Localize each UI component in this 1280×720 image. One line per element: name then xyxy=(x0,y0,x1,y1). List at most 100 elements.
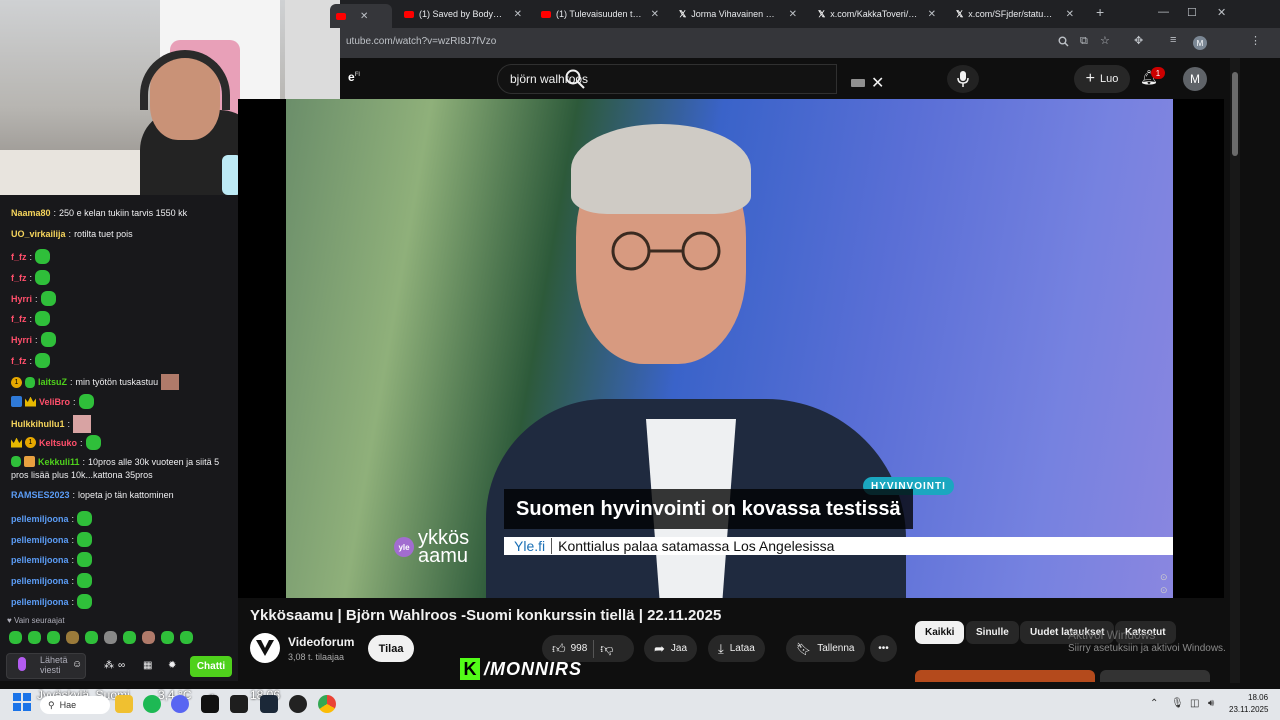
emote-frog[interactable] xyxy=(85,631,98,644)
bookmark-star-icon[interactable]: ☆ xyxy=(1100,34,1110,47)
chat-username[interactable]: Hyrri xyxy=(11,294,32,304)
chat-username[interactable]: Hulkkihullu1 xyxy=(11,419,65,429)
media-control-icon[interactable]: ≡ xyxy=(1170,34,1176,46)
extensions-icon[interactable]: ✥ xyxy=(1134,34,1143,47)
discord-icon[interactable] xyxy=(171,695,189,713)
tab-close-icon[interactable]: ✕ xyxy=(651,9,659,20)
create-button[interactable]: + Luo xyxy=(1074,65,1130,93)
url-text[interactable]: utube.com/watch?v=wzRI8J7fVzo xyxy=(346,36,496,47)
channel-avatar[interactable] xyxy=(250,633,280,663)
emote-frog[interactable] xyxy=(180,631,193,644)
chrome-icon[interactable] xyxy=(318,695,336,713)
search-icon[interactable] xyxy=(564,68,586,90)
subscribe-button[interactable]: Tilaa xyxy=(368,635,414,662)
chat-username[interactable]: pellemiljoona xyxy=(11,576,69,586)
chrome-menu-icon[interactable]: ⋮ xyxy=(1250,34,1261,47)
taskbar-clock-time[interactable]: 18.06 xyxy=(1248,693,1268,702)
like-button[interactable]: 👍︎ 998 xyxy=(552,641,587,657)
chat-username[interactable]: UO_virkailija xyxy=(11,229,66,239)
obs-icon[interactable] xyxy=(289,695,307,713)
account-avatar[interactable]: M xyxy=(1183,67,1207,91)
chat-username[interactable]: Kekkuli11 xyxy=(38,457,80,467)
voice-search-button[interactable] xyxy=(947,65,979,93)
chat-username[interactable]: f_fz xyxy=(11,356,27,366)
start-windows-icon[interactable] xyxy=(13,693,31,711)
profile-avatar[interactable]: M xyxy=(1193,36,1207,50)
tray-volume-icon[interactable]: 🔊︎ xyxy=(1208,698,1214,709)
recommended-thumbnail-2[interactable] xyxy=(1100,670,1210,682)
emote-frog[interactable] xyxy=(123,631,136,644)
new-tab-button[interactable]: + xyxy=(1096,4,1104,20)
emoji-picker-icon[interactable]: ☺ xyxy=(72,659,82,670)
close-window-icon[interactable]: ✕ xyxy=(1217,6,1226,19)
emote-frog[interactable] xyxy=(161,631,174,644)
chat-username[interactable]: pellemiljoona xyxy=(11,535,69,545)
clear-search-icon[interactable]: ✕ xyxy=(871,73,884,93)
chat-username[interactable]: f_fz xyxy=(11,273,27,283)
emote-frog[interactable] xyxy=(28,631,41,644)
dislike-button[interactable]: 👎︎ xyxy=(600,641,613,657)
channel-name[interactable]: Videoforum xyxy=(288,635,354,649)
chat-send-button[interactable]: Chatti xyxy=(190,656,232,677)
download-button[interactable]: ⤓ Lataa xyxy=(708,635,765,662)
player-settings-icon[interactable]: ⊙ xyxy=(1160,572,1168,583)
tab-close-icon[interactable]: ✕ xyxy=(928,9,936,20)
video-player[interactable]: HYVINVOINTI Suomen hyvinvointi on kovass… xyxy=(238,99,1224,598)
chat-username[interactable]: f_fz xyxy=(11,252,27,262)
emote-bear[interactable] xyxy=(66,631,79,644)
player-info-icon[interactable]: ⊙ xyxy=(1160,585,1168,596)
chip-for-you[interactable]: Sinulle xyxy=(966,621,1019,644)
share-button[interactable]: ➦ Jaa xyxy=(644,635,698,662)
save-button[interactable]: 🔖︎ Tallenna xyxy=(786,635,865,662)
chat-store-icon[interactable]: ▦ xyxy=(143,660,152,671)
browser-tab[interactable]: (1) Saved by Bodyguards ✕ xyxy=(398,4,528,24)
chat-username[interactable]: Hyrri xyxy=(11,335,32,345)
install-icon[interactable]: ⧉ xyxy=(1080,35,1088,48)
search-input[interactable]: björn walhroos ✕ xyxy=(497,64,884,94)
chip-all[interactable]: Kaikki xyxy=(915,621,965,644)
emote-frog[interactable] xyxy=(47,631,60,644)
file-explorer-icon[interactable] xyxy=(115,695,133,713)
chat-input-placeholder[interactable]: Lähetä viesti xyxy=(40,655,70,675)
chat-username[interactable]: laitsuZ xyxy=(38,377,67,387)
tray-overflow-icon[interactable]: ⌃ xyxy=(1150,698,1158,709)
zoom-icon[interactable] xyxy=(1058,36,1069,47)
chat-username[interactable]: Keltsuko xyxy=(39,438,77,448)
scrollbar-thumb[interactable] xyxy=(1232,72,1238,156)
maximize-icon[interactable]: ☐ xyxy=(1187,6,1197,19)
chat-settings-icon[interactable]: ✹ xyxy=(168,660,176,671)
tray-mic-icon[interactable]: 🎙︎ xyxy=(1171,698,1184,709)
steam-icon[interactable] xyxy=(260,695,278,713)
more-actions-button[interactable]: ••• xyxy=(870,635,897,662)
chat-username[interactable]: f_fz xyxy=(11,314,27,324)
taskbar-search[interactable]: ⚲ Hae xyxy=(40,696,110,714)
tab-close-icon[interactable]: ✕ xyxy=(1066,9,1074,20)
browser-tab[interactable]: 𝕏x.com/SFjder/status/1990 ✕ xyxy=(950,4,1080,24)
chat-mic-icon[interactable] xyxy=(18,657,26,671)
chat-username[interactable]: pellemiljoona xyxy=(11,514,69,524)
minimize-icon[interactable]: — xyxy=(1158,6,1169,18)
tray-network-icon[interactable]: ◫ xyxy=(1190,698,1199,709)
browser-tab[interactable]: 𝕏 Jorma Vihavainen Xssä: " ✕ xyxy=(673,4,803,24)
tab-close-icon[interactable]: ✕ xyxy=(789,9,797,20)
taskbar-clock-date[interactable]: 23.11.2025 xyxy=(1229,705,1268,714)
emote-frog[interactable] xyxy=(9,631,22,644)
recommended-thumbnail[interactable] xyxy=(915,670,1095,682)
tab-close-icon[interactable]: ✕ xyxy=(514,9,522,20)
tab-close-icon[interactable]: ✕ xyxy=(360,11,368,22)
browser-tab[interactable]: 𝕏x.com/KakkaToveri/status ✕ xyxy=(812,4,942,24)
chat-username[interactable]: Naama80 xyxy=(11,208,51,218)
emote-face[interactable] xyxy=(142,631,155,644)
chat-link-icon[interactable]: ∞ xyxy=(118,660,125,671)
chat-badges-icon[interactable]: ⁂ xyxy=(104,660,114,671)
youtube-logo[interactable]: eFI xyxy=(348,70,360,84)
emote-figure[interactable] xyxy=(104,631,117,644)
chat-username[interactable]: pellemiljoona xyxy=(11,555,69,565)
chat-username[interactable]: VeliBro xyxy=(39,397,70,407)
chat-username[interactable]: pellemiljoona xyxy=(11,597,69,607)
spotify-icon[interactable] xyxy=(143,695,161,713)
chat-username[interactable]: RAMSES2023 xyxy=(11,490,70,500)
browser-tab[interactable]: ✕ xyxy=(330,4,392,28)
keyboard-icon[interactable] xyxy=(851,79,865,87)
app-n-icon[interactable] xyxy=(230,695,248,713)
